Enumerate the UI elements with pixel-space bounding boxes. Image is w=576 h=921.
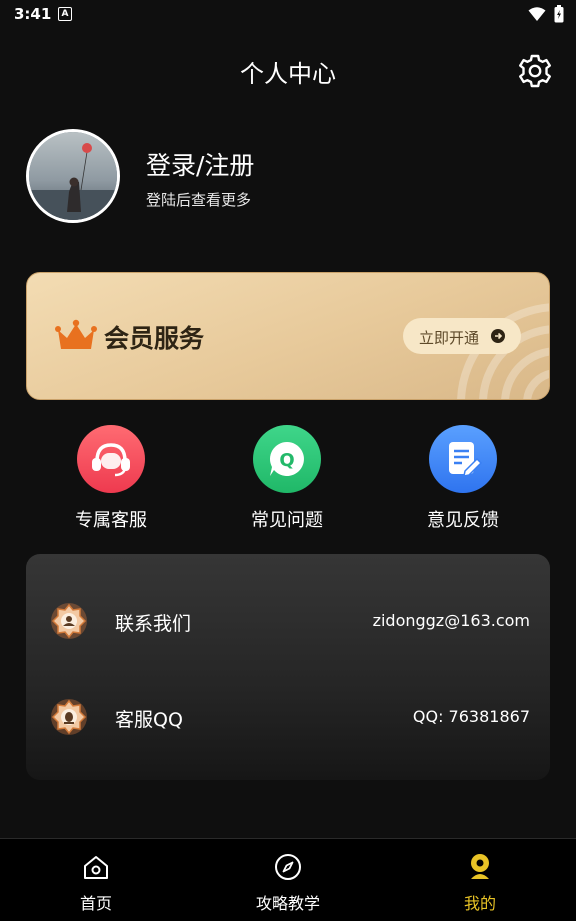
notification-a-icon: A <box>58 7 72 21</box>
qq-number-value: QQ: 76381867 <box>412 707 530 726</box>
contact-row-qq[interactable]: 客服QQ QQ: 76381867 <box>26 687 550 747</box>
feedback-icon <box>429 425 497 493</box>
status-time: 3:41 <box>14 5 52 23</box>
nav-mine[interactable]: 我的 <box>384 839 576 921</box>
shortcut-feedback[interactable]: 意见反馈 <box>398 425 528 535</box>
status-icons <box>528 5 564 23</box>
contact-icon <box>51 603 87 639</box>
qq-label: 客服QQ <box>115 709 183 731</box>
faq-icon: Q <box>253 425 321 493</box>
headset-icon <box>77 425 145 493</box>
home-icon <box>84 856 108 879</box>
nav-label: 首页 <box>79 894 112 913</box>
shortcut-label: 专属客服 <box>75 510 147 531</box>
bottom-nav: 首页 攻略教学 我的 <box>0 838 576 921</box>
avatar[interactable] <box>26 129 120 223</box>
nav-label-active: 我的 <box>463 894 496 913</box>
nav-guide[interactable]: 攻略教学 <box>192 839 384 921</box>
wifi-icon <box>528 7 546 21</box>
contact-email-value: zidonggz@163.com <box>372 611 530 630</box>
profile-icon <box>471 854 489 879</box>
shortcut-label: 常见问题 <box>251 510 323 531</box>
login-subtitle: 登陆后查看更多 <box>146 191 252 209</box>
member-service-card[interactable]: 会员服务 立即开通 <box>26 272 550 400</box>
contact-label: 联系我们 <box>115 613 192 635</box>
page-title: 个人中心 <box>240 60 336 88</box>
contact-card: 联系我们 zidonggz@163.com 客服QQ QQ: 76381867 <box>26 554 550 780</box>
member-title: 会员服务 <box>104 324 205 353</box>
arrow-right-icon <box>491 329 505 343</box>
qq-icon <box>51 699 87 735</box>
shortcut-faq[interactable]: Q 常见问题 <box>222 425 352 535</box>
battery-icon <box>554 5 564 23</box>
avatar-photo <box>29 132 117 220</box>
gear-icon[interactable] <box>516 52 554 90</box>
status-bar: 3:41 A <box>0 0 576 28</box>
shortcut-customer-service[interactable]: 专属客服 <box>46 425 176 535</box>
activate-now-label: 立即开通 <box>419 330 480 347</box>
contact-row-email[interactable]: 联系我们 zidonggz@163.com <box>26 591 550 651</box>
nav-label: 攻略教学 <box>255 894 320 913</box>
login-register-link[interactable]: 登录/注册 <box>146 146 254 182</box>
activate-now-button[interactable]: 立即开通 <box>403 318 521 354</box>
crown-icon <box>55 319 97 349</box>
nav-home[interactable]: 首页 <box>0 839 192 921</box>
compass-icon <box>275 854 301 880</box>
shortcut-label: 意见反馈 <box>427 510 499 531</box>
svg-text:Q: Q <box>279 450 294 471</box>
